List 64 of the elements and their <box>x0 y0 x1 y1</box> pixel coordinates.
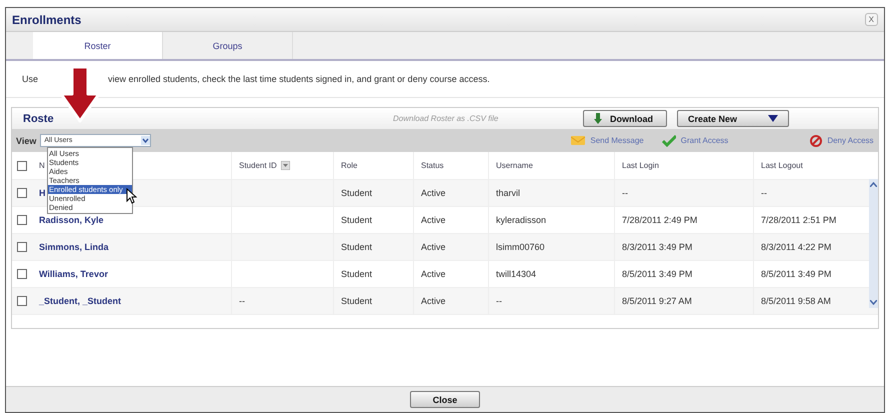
table-cell: lsimm00760 <box>496 242 545 252</box>
chevron-icon <box>141 136 150 145</box>
table-cell: Student <box>341 296 372 306</box>
table-cell: Active <box>421 215 446 225</box>
download-button[interactable]: Download <box>583 110 667 127</box>
close-button[interactable]: Close <box>410 391 480 408</box>
table-cell: Student <box>341 188 372 198</box>
table-cell: 7/28/2011 2:49 PM <box>622 215 698 225</box>
student-name: Williams, Trevor <box>39 269 108 279</box>
table-cell: kyleradisson <box>496 215 546 225</box>
checkmark-icon <box>662 134 676 146</box>
table-cell: Student <box>341 242 372 252</box>
table-cell: twill14304 <box>496 269 536 279</box>
download-hint: Download Roster as .CSV file <box>393 114 500 123</box>
table-cell: -- <box>239 296 245 306</box>
table-cell: -- <box>761 188 767 198</box>
view-label: View <box>16 136 36 146</box>
checkbox[interactable] <box>17 296 27 306</box>
table-cell: 8/5/2011 9:58 AM <box>761 296 831 306</box>
table-cell: Active <box>421 269 446 279</box>
column-header: Role <box>341 161 358 170</box>
table-cell: 8/5/2011 3:49 PM <box>761 269 832 279</box>
column-header: Last Login <box>622 161 659 170</box>
sort-icon <box>280 161 290 170</box>
envelope-icon <box>571 134 586 146</box>
window-title: Enrollments <box>12 12 82 26</box>
table-cell: Student <box>341 215 372 225</box>
instruction-text: Use <box>22 74 38 84</box>
table-cell: 7/28/2011 2:51 PM <box>761 215 836 225</box>
column-header: Username <box>496 161 533 170</box>
table-cell: tharvil <box>496 188 520 198</box>
table-cell: -- <box>622 188 628 198</box>
checkbox[interactable] <box>17 242 27 252</box>
table-cell: 8/5/2011 3:49 PM <box>622 269 692 279</box>
table-cell: Active <box>421 188 446 198</box>
checkbox[interactable] <box>17 215 27 225</box>
table-cell: 8/5/2011 9:27 AM <box>622 296 692 306</box>
student-name: H <box>39 188 46 198</box>
column-header: Last Logout <box>761 161 803 170</box>
student-name: Radisson, Kyle <box>39 215 104 225</box>
tab[interactable]: Roster <box>33 32 163 59</box>
table-cell: Active <box>421 242 446 252</box>
scroll-down-icon <box>870 300 877 305</box>
caret-icon <box>768 115 778 122</box>
checkbox[interactable] <box>17 269 27 279</box>
table-cell: Student <box>341 269 372 279</box>
scroll-up-icon <box>870 182 877 187</box>
panel-title: Roste <box>23 112 55 124</box>
download-arrow-icon <box>594 113 602 124</box>
table-cell: -- <box>496 296 502 306</box>
student-name: Simmons, Linda <box>39 242 109 252</box>
student-name: _Student, _Student <box>39 296 122 306</box>
column-header: Status <box>421 161 444 170</box>
instruction-text: view enrolled students, check the last time students signed in, and grant or deny course access. <box>108 74 490 84</box>
table-cell: 8/3/2011 3:49 PM <box>622 242 692 252</box>
create-new-dropdown[interactable]: Create New <box>677 110 789 127</box>
table-cell: Active <box>421 296 446 306</box>
table-cell: 8/3/2011 4:22 PM <box>761 242 832 252</box>
column-header: N <box>39 161 45 170</box>
checkbox[interactable] <box>17 188 27 198</box>
close-button[interactable]: X <box>864 13 878 26</box>
column-header: Student ID <box>239 161 277 170</box>
checkbox[interactable] <box>17 160 27 170</box>
no-entry-icon <box>810 134 822 146</box>
